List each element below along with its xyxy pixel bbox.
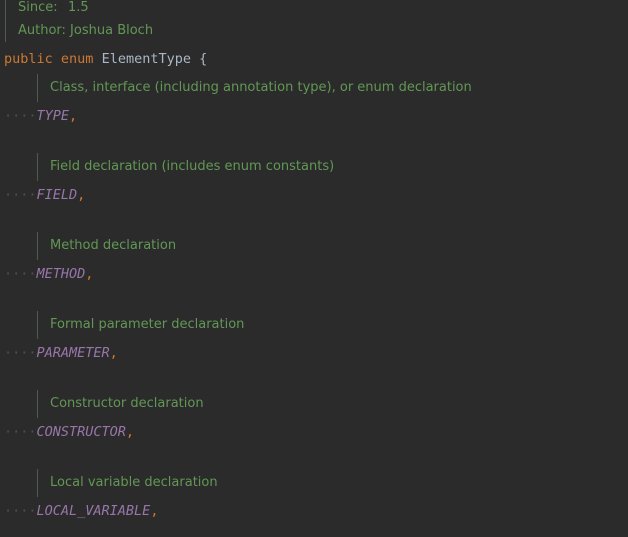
keyword-enum: enum [60, 51, 94, 67]
enum-constant-line[interactable]: ····PARAMETER, [4, 344, 118, 362]
indent-whitespace: ···· [4, 108, 37, 124]
constant-doc-bar [37, 74, 38, 102]
constant-doc: Local variable declaration [50, 475, 218, 490]
constant-doc-bar [37, 390, 38, 418]
enum-constant-line[interactable]: ····METHOD, [4, 265, 93, 283]
constant-doc-bar [37, 469, 38, 497]
constant-doc-bar [37, 153, 38, 181]
since-value: 1.5 [68, 0, 89, 15]
enum-declaration-line[interactable]: public enum ElementType { [4, 50, 207, 68]
constant-doc: Constructor declaration [50, 396, 204, 411]
enum-constant-line[interactable]: ····FIELD, [4, 186, 85, 204]
enum-constant-line[interactable]: ····TYPE, [4, 107, 77, 125]
enum-constant-line[interactable]: ····CONSTRUCTOR, [4, 423, 134, 441]
comma: , [125, 424, 135, 440]
enum-constant-name: LOCAL_VARIABLE [36, 503, 151, 519]
comma: , [150, 503, 159, 519]
constant-doc-bar [37, 311, 38, 339]
indent-whitespace: ···· [4, 345, 37, 361]
enum-constant-line[interactable]: ····LOCAL_VARIABLE, [4, 502, 158, 520]
enum-constant-name: PARAMETER [36, 345, 110, 361]
constant-doc-bar [37, 232, 38, 260]
enum-constant-name: TYPE [36, 108, 70, 124]
enum-constant-name: CONSTRUCTOR [36, 424, 126, 440]
indent-whitespace: ···· [4, 503, 37, 519]
comma: , [69, 108, 78, 124]
enum-constant-name: FIELD [36, 187, 78, 203]
code-editor[interactable]: Since: 1.5 Author: Joshua Bloch public e… [0, 0, 628, 537]
enum-constant-name: METHOD [36, 266, 86, 282]
comma: , [77, 187, 86, 203]
constant-doc: Formal parameter declaration [50, 317, 245, 332]
comma: , [85, 266, 94, 282]
open-brace: { [199, 51, 208, 67]
author-line: Author: Joshua Bloch [18, 23, 154, 38]
enum-name: ElementType [101, 51, 191, 67]
indent-whitespace: ···· [4, 266, 37, 282]
since-label: Since: [18, 0, 58, 15]
keyword-public: public [4, 51, 53, 67]
indent-whitespace: ···· [4, 187, 37, 203]
class-doc-bar [5, 0, 6, 42]
constant-doc: Method declaration [50, 238, 177, 253]
constant-doc: Field declaration (includes enum constan… [50, 159, 335, 174]
constant-doc: Class, interface (including annotation t… [50, 80, 472, 95]
indent-whitespace: ···· [4, 424, 37, 440]
comma: , [109, 345, 118, 361]
